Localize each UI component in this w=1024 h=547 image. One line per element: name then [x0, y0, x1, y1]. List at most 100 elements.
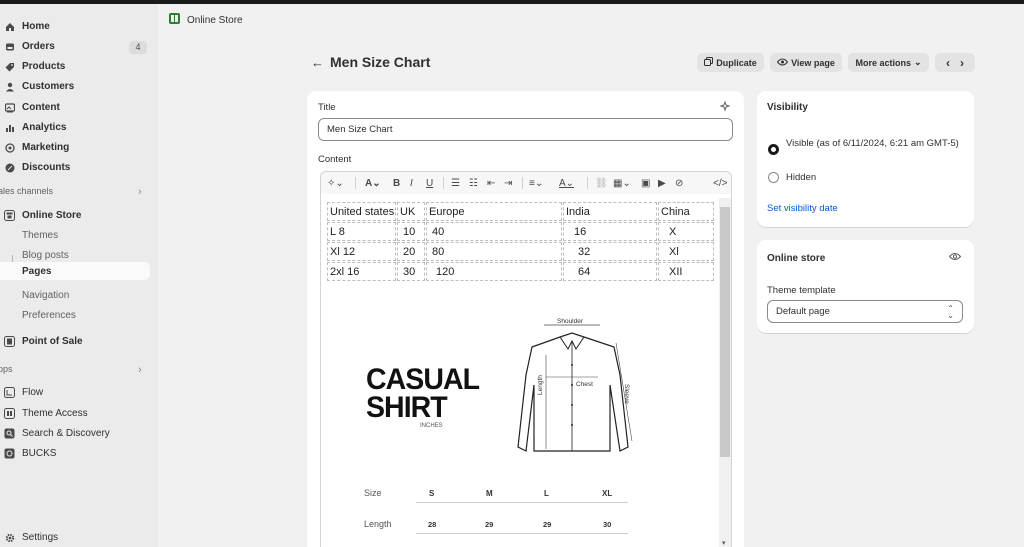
sidebar-item-label: Theme Access	[22, 408, 88, 419]
sidebar-item-label: Products	[22, 61, 66, 72]
link-icon[interactable]: ⛓	[595, 176, 608, 190]
sidebar-item-online-store[interactable]: Online Store	[0, 207, 150, 225]
text-color-dropdown[interactable]: A⌄	[559, 176, 574, 190]
sidebar-item-label: Blog posts	[22, 250, 69, 261]
sales-channels-heading: ales channels	[0, 186, 54, 196]
italic-button[interactable]: I	[410, 176, 413, 190]
view-page-button[interactable]: View page	[770, 53, 842, 72]
indent-icon[interactable]: ⇥	[504, 176, 512, 190]
underline-button[interactable]: U	[426, 176, 433, 190]
table-cell[interactable]: 64	[563, 262, 657, 281]
person-icon	[4, 81, 15, 92]
font-style-dropdown[interactable]: A⌄	[365, 176, 381, 190]
chevron-right-icon[interactable]: ›	[960, 56, 964, 70]
table-cell[interactable]: United states	[327, 202, 396, 221]
set-visibility-date-link[interactable]: Set visibility date	[767, 203, 838, 214]
table-cell[interactable]: 120	[426, 262, 562, 281]
sidebar-item-products[interactable]: Products	[0, 58, 150, 76]
sidebar-item-orders[interactable]: Orders 4	[0, 38, 150, 56]
sidebar-item-content[interactable]: Content	[0, 99, 150, 117]
size-chart-table[interactable]: United states UK Europe India China L 8 …	[326, 201, 715, 282]
sidebar-item-point-of-sale[interactable]: Point of Sale	[0, 333, 150, 351]
visible-radio[interactable]	[768, 144, 779, 155]
sidebar-item-home[interactable]: Home	[0, 18, 150, 36]
eye-icon[interactable]	[948, 252, 962, 264]
sidebar-item-label: Home	[22, 21, 50, 32]
chevron-left-icon[interactable]: ‹	[946, 56, 950, 70]
bar-chart-icon	[4, 122, 15, 133]
image-icon[interactable]: ▣	[641, 176, 650, 190]
sidebar-item-pages[interactable]: Pages	[0, 262, 150, 280]
table-cell[interactable]: 32	[563, 242, 657, 261]
clear-format-icon[interactable]: ⊘	[675, 176, 683, 190]
length-value: 28	[428, 520, 437, 529]
eye-icon	[776, 58, 789, 68]
code-view-icon[interactable]: </>	[713, 176, 727, 190]
sleeve-label: Sleeve	[623, 384, 630, 404]
table-cell[interactable]: China	[658, 202, 714, 221]
video-icon[interactable]: ▶	[658, 176, 666, 190]
breadcrumb[interactable]: Online Store	[168, 12, 243, 28]
sparkle-icon[interactable]	[719, 100, 731, 115]
sidebar-item-settings[interactable]: Settings	[0, 529, 150, 547]
table-cell[interactable]: UK	[397, 202, 425, 221]
numbered-list-icon[interactable]: ☷	[469, 176, 478, 190]
table-cell[interactable]: 10	[397, 222, 425, 241]
table-dropdown[interactable]: ▦⌄	[613, 176, 631, 190]
sidebar-item-discounts[interactable]: Discounts	[0, 159, 150, 177]
sidebar-item-themes[interactable]: Themes	[0, 227, 150, 245]
pagination-buttons: ‹ ›	[935, 53, 975, 72]
title-input[interactable]: Men Size Chart	[318, 118, 733, 141]
table-cell[interactable]: L 8	[327, 222, 396, 241]
sidebar-item-flow[interactable]: Flow	[0, 384, 150, 402]
target-icon	[4, 142, 15, 153]
chevron-right-icon[interactable]: ›	[138, 364, 142, 376]
sidebar-item-search-discovery[interactable]: Search & Discovery	[0, 425, 150, 443]
sidebar-item-theme-access[interactable]: Theme Access	[0, 405, 150, 423]
bold-button[interactable]: B	[393, 176, 400, 190]
table-cell[interactable]: 2xl 16	[327, 262, 396, 281]
table-row: L 8 10 40 16 X	[327, 222, 714, 241]
sidebar-item-analytics[interactable]: Analytics	[0, 119, 150, 137]
chest-label: Chest	[576, 381, 593, 388]
table-cell[interactable]: Xl	[658, 242, 714, 261]
align-dropdown[interactable]: ≡⌄	[529, 176, 543, 190]
title-input-value: Men Size Chart	[327, 124, 393, 135]
more-actions-label: More actions	[855, 57, 911, 68]
theme-template-label: Theme template	[767, 285, 836, 296]
more-actions-button[interactable]: More actions ⌄	[848, 53, 929, 72]
table-cell[interactable]: Xl 12	[327, 242, 396, 261]
outdent-icon[interactable]: ⇤	[487, 176, 495, 190]
table-cell[interactable]: India	[563, 202, 657, 221]
sidebar-item-bucks[interactable]: BUCKS	[0, 445, 150, 463]
online-store-card-title: Online store	[767, 253, 826, 264]
sidebar-item-customers[interactable]: Customers	[0, 78, 150, 96]
hidden-radio[interactable]	[768, 172, 779, 183]
table-row: 2xl 16 30 120 64 XII	[327, 262, 714, 281]
table-cell[interactable]: 30	[397, 262, 425, 281]
back-arrow-icon[interactable]: ←	[311, 55, 324, 70]
table-cell[interactable]: 16	[563, 222, 657, 241]
scrollbar-thumb[interactable]	[720, 207, 730, 457]
table-cell[interactable]: 80	[426, 242, 562, 261]
table-cell[interactable]: 40	[426, 222, 562, 241]
table-row: United states UK Europe India China	[327, 202, 714, 221]
table-cell[interactable]: XII	[658, 262, 714, 281]
length-value: 29	[543, 520, 552, 529]
table-cell[interactable]: Europe	[426, 202, 562, 221]
sidebar-item-label: Settings	[22, 532, 59, 543]
chevron-right-icon[interactable]: ›	[138, 186, 142, 198]
sidebar-item-navigation[interactable]: Navigation	[0, 287, 150, 305]
sidebar-item-label: Analytics	[22, 122, 67, 133]
duplicate-button[interactable]: Duplicate	[697, 53, 764, 72]
discount-icon	[4, 162, 15, 173]
theme-template-select[interactable]: Default page ⌃ ⌄	[767, 300, 963, 323]
scroll-down-icon[interactable]: ▾	[722, 539, 726, 547]
ai-sparkle-dropdown[interactable]: ✧⌄	[327, 176, 344, 190]
bulleted-list-icon[interactable]: ☰	[451, 176, 460, 190]
sidebar-item-marketing[interactable]: Marketing	[0, 139, 150, 157]
table-cell[interactable]: 20	[397, 242, 425, 261]
table-cell[interactable]: X	[658, 222, 714, 241]
length-value: 29	[485, 520, 494, 529]
sidebar-item-preferences[interactable]: Preferences	[0, 307, 150, 325]
